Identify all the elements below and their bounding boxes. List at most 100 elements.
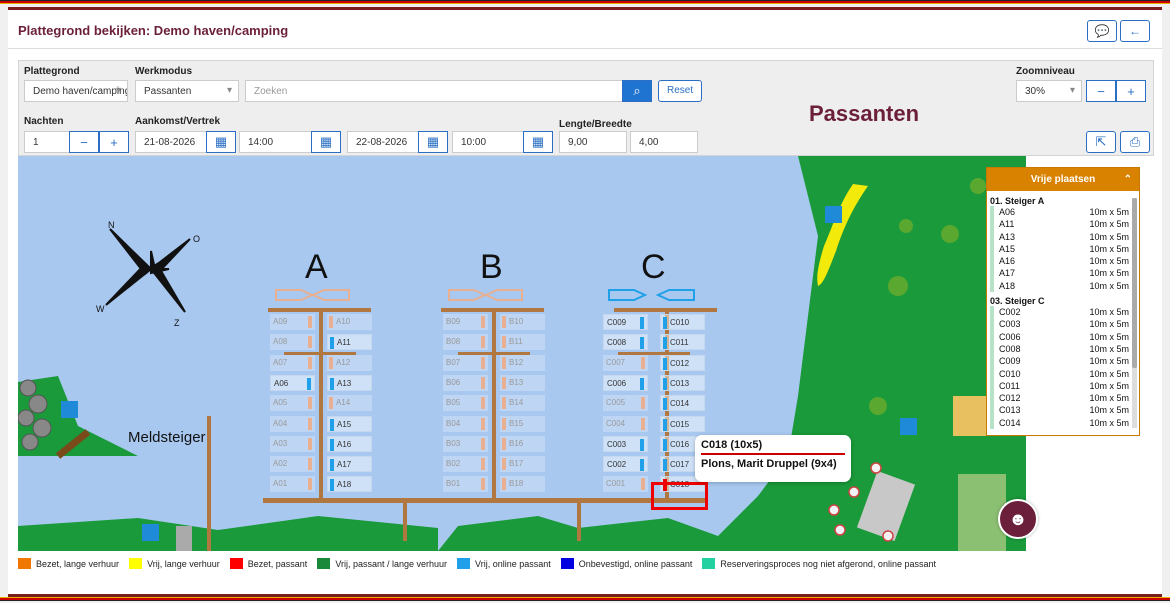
berth-b01[interactable]: B01 — [443, 476, 488, 493]
free-place-row[interactable]: C011 10m x 5m — [990, 379, 1133, 393]
berth-a03[interactable]: A03 — [270, 435, 315, 452]
free-place-row[interactable]: A17 10m x 5m — [990, 267, 1133, 280]
berth-a07[interactable]: A07 — [270, 354, 315, 371]
free-place-row[interactable]: A11 10m x 5m — [990, 218, 1133, 231]
export-button[interactable]: ⇱ — [1086, 131, 1116, 153]
berth-c013[interactable]: C013 — [660, 374, 705, 391]
scrollbar-thumb[interactable] — [1132, 198, 1137, 368]
werkmodus-select[interactable]: Passanten — [135, 80, 239, 102]
berth-b17[interactable]: B17 — [500, 456, 545, 473]
reset-button[interactable]: Reset — [658, 80, 703, 102]
berth-c012[interactable]: C012 — [660, 354, 705, 371]
berth-b18[interactable]: B18 — [500, 476, 545, 493]
arrival-time-input[interactable]: 14:00 — [239, 131, 312, 153]
free-place-row[interactable]: C009 10m x 5m — [990, 355, 1133, 368]
departure-time-picker[interactable]: ▦ — [523, 131, 553, 153]
berth-b15[interactable]: B15 — [500, 415, 545, 432]
berth-a18[interactable]: A18 — [327, 476, 372, 493]
berth-b14[interactable]: B14 — [500, 395, 545, 412]
nachten-input[interactable]: 1 — [24, 131, 70, 153]
free-place-row[interactable]: A18 10m x 5m — [990, 279, 1133, 293]
free-place-row[interactable]: C002 10m x 5m — [990, 306, 1133, 319]
free-place-row[interactable]: C008 10m x 5m — [990, 342, 1133, 356]
berth-b07[interactable]: B07 — [443, 354, 488, 371]
free-place-row[interactable]: C014 10m x 5m — [990, 416, 1133, 430]
berth-b06[interactable]: B06 — [443, 374, 488, 391]
berth-a09[interactable]: A09 — [270, 314, 315, 330]
zoom-select[interactable]: 30% — [1016, 80, 1082, 102]
search-button[interactable]: ⌕ — [622, 80, 652, 102]
departure-time-input[interactable]: 10:00 — [452, 131, 525, 153]
back-button[interactable]: ← — [1120, 20, 1150, 42]
berth-a04[interactable]: A04 — [270, 415, 315, 432]
nachten-minus-button[interactable]: − — [69, 131, 99, 153]
berth-b16[interactable]: B16 — [500, 435, 545, 452]
plattegrond-select[interactable]: Demo haven/camping — [24, 80, 128, 102]
berth-b12[interactable]: B12 — [500, 354, 545, 371]
berth-a10[interactable]: A10 — [327, 314, 372, 330]
width-input[interactable]: 4,00 — [630, 131, 698, 153]
berth-c001[interactable]: C001 — [603, 476, 648, 493]
free-places-header[interactable]: Vrije plaatsen ⌃ — [987, 168, 1139, 191]
free-place-row[interactable]: C003 10m x 5m — [990, 318, 1133, 331]
berth-a14[interactable]: A14 — [327, 395, 372, 412]
berth-b09[interactable]: B09 — [443, 314, 488, 330]
berth-c009[interactable]: C009 — [603, 314, 648, 330]
berth-a17[interactable]: A17 — [327, 456, 372, 473]
berth-b11[interactable]: B11 — [500, 334, 545, 351]
berth-c007[interactable]: C007 — [603, 354, 648, 371]
free-place-row[interactable]: A13 10m x 5m — [990, 230, 1133, 243]
free-places-scrollbar[interactable] — [1132, 198, 1137, 428]
free-place-row[interactable]: A15 10m x 5m — [990, 242, 1133, 256]
berth-b05[interactable]: B05 — [443, 395, 488, 412]
berth-b02[interactable]: B02 — [443, 456, 488, 473]
free-place-row[interactable]: C013 10m x 5m — [990, 404, 1133, 417]
berth-c005[interactable]: C005 — [603, 395, 648, 412]
assistant-bot-button[interactable]: ☻ — [998, 499, 1038, 539]
berth-a13[interactable]: A13 — [327, 374, 372, 391]
berth-a06[interactable]: A06 — [270, 374, 315, 391]
berth-a01[interactable]: A01 — [270, 476, 315, 493]
berth-c008[interactable]: C008 — [603, 334, 648, 351]
berth-b08[interactable]: B08 — [443, 334, 488, 351]
search-input[interactable]: Zoeken — [245, 80, 623, 102]
berth-c006[interactable]: C006 — [603, 374, 648, 391]
arrival-date-input[interactable]: 21-08-2026 — [135, 131, 207, 153]
berth-b03[interactable]: B03 — [443, 435, 488, 452]
length-input[interactable]: 9,00 — [559, 131, 627, 153]
berth-a15[interactable]: A15 — [327, 415, 372, 432]
berth-a12[interactable]: A12 — [327, 354, 372, 371]
zoom-in-button[interactable]: + — [1116, 80, 1146, 102]
arrival-time-picker[interactable]: ▦ — [311, 131, 341, 153]
departure-date-picker[interactable]: ▦ — [418, 131, 448, 153]
berth-c002[interactable]: C002 — [603, 456, 648, 473]
zoom-out-button[interactable]: − — [1086, 80, 1116, 102]
nachten-plus-button[interactable]: + — [99, 131, 129, 153]
berth-c011[interactable]: C011 — [660, 334, 705, 351]
harbor-map[interactable]: N O W Z A B C Meldsteiger A09 A08 A07 A0… — [18, 156, 1026, 551]
berth-c014[interactable]: C014 — [660, 395, 705, 412]
chat-button[interactable]: 💬 — [1087, 20, 1117, 42]
berth-a08[interactable]: A08 — [270, 334, 315, 351]
departure-date-input[interactable]: 22-08-2026 — [347, 131, 419, 153]
free-place-row[interactable]: C010 10m x 5m — [990, 367, 1133, 380]
berth-c003[interactable]: C003 — [603, 435, 648, 452]
free-place-row[interactable]: A16 10m x 5m — [990, 255, 1133, 268]
berth-c015[interactable]: C015 — [660, 415, 705, 432]
berth-c004[interactable]: C004 — [603, 415, 648, 432]
berth-a02[interactable]: A02 — [270, 456, 315, 473]
print-button[interactable]: ⎙ — [1120, 131, 1150, 153]
arrival-date-picker[interactable]: ▦ — [206, 131, 236, 153]
free-place-size: 10m x 5m — [1089, 356, 1129, 367]
berth-a05[interactable]: A05 — [270, 395, 315, 412]
free-place-row[interactable]: C006 10m x 5m — [990, 330, 1133, 343]
free-place-row[interactable]: A06 10m x 5m — [990, 206, 1133, 219]
berth-a11[interactable]: A11 — [327, 334, 372, 351]
berth-b10[interactable]: B10 — [500, 314, 545, 330]
berth-c010[interactable]: C010 — [660, 314, 705, 330]
berth-b04[interactable]: B04 — [443, 415, 488, 432]
berth-b13[interactable]: B13 — [500, 374, 545, 391]
free-place-row[interactable]: C012 10m x 5m — [990, 392, 1133, 405]
berth-status-bar — [330, 337, 334, 350]
berth-a16[interactable]: A16 — [327, 435, 372, 452]
